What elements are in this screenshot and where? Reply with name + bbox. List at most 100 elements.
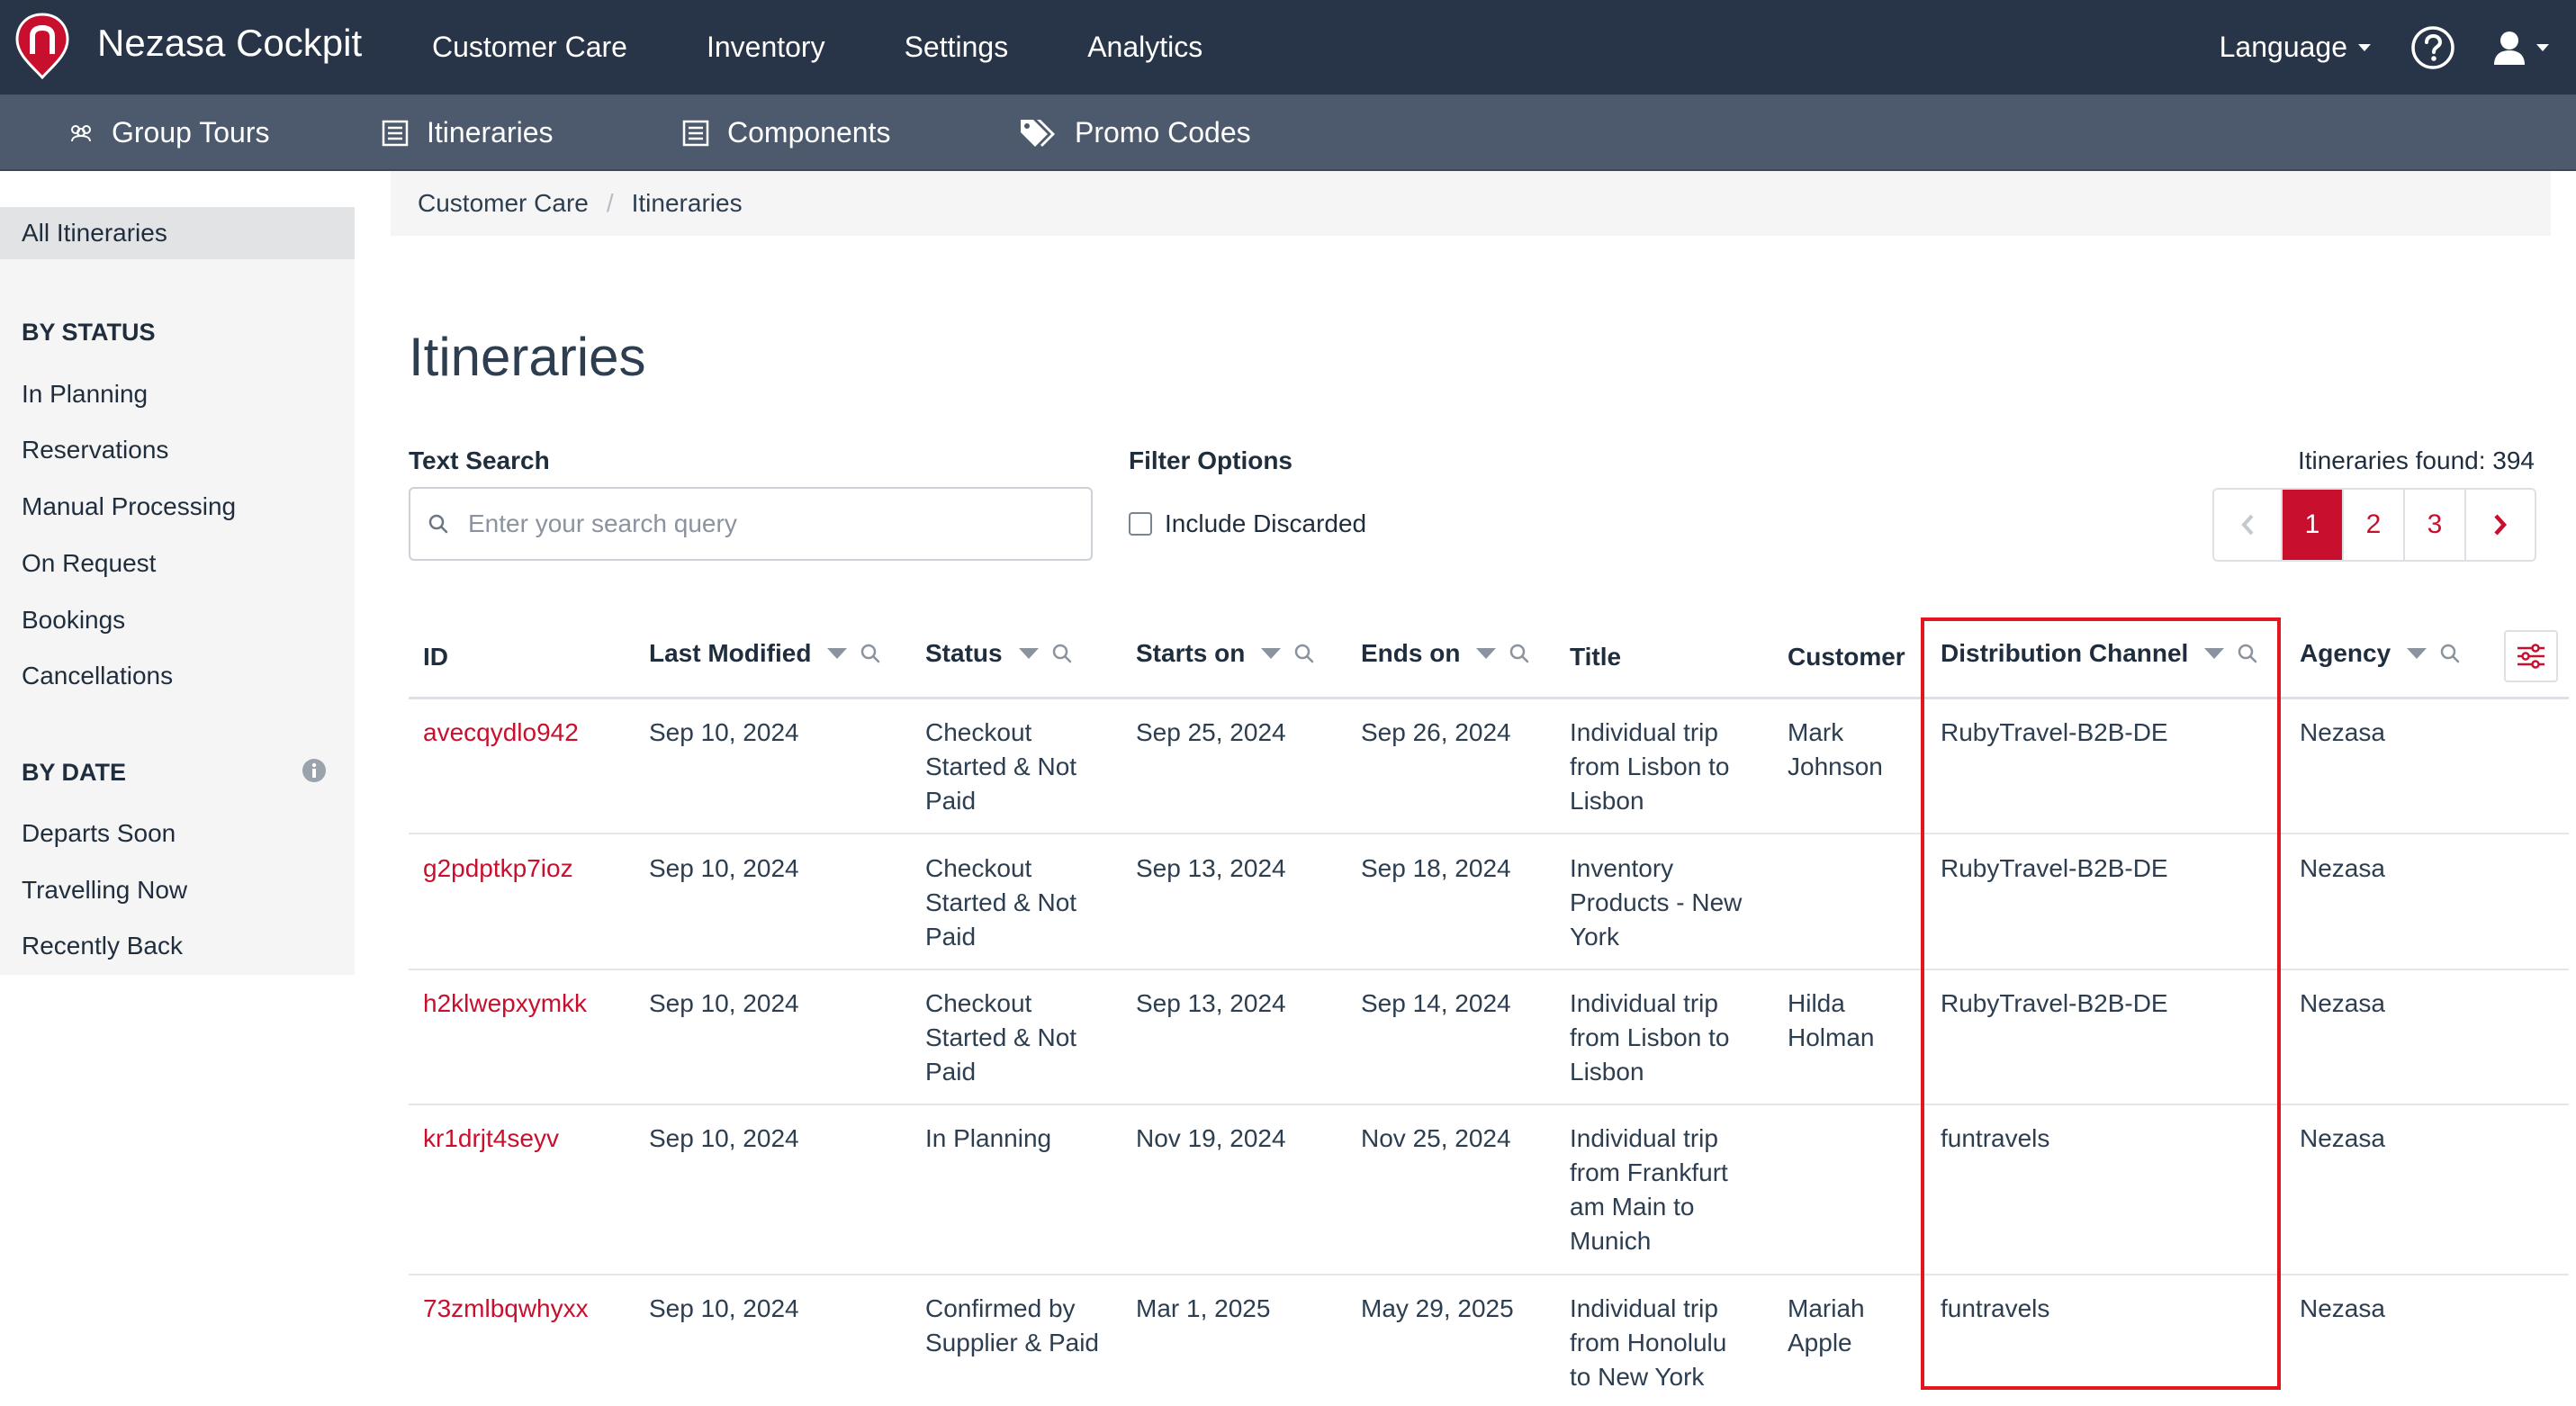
sidebar-item-recently-back[interactable]: Recently Back <box>22 932 183 960</box>
search-icon[interactable] <box>2237 643 2258 664</box>
sort-desc-icon[interactable] <box>827 648 848 659</box>
cell-ends-on: Sep 26, 2024 <box>1361 718 1511 746</box>
breadcrumb: Customer Care / Itineraries <box>391 171 2551 236</box>
include-discarded-label[interactable]: Include Discarded <box>1165 509 1366 538</box>
sidebar-item-travelling-now[interactable]: Travelling Now <box>22 876 187 905</box>
column-label: Starts on <box>1136 639 1246 667</box>
cell-customer-line: Mark <box>1788 718 1844 746</box>
search-icon[interactable] <box>1051 643 1073 664</box>
cell-title-line: from Lisbon to <box>1570 753 1730 780</box>
itinerary-id-link[interactable]: 73zmlbqwhyxx <box>423 1292 589 1326</box>
column-header-distribution-channel[interactable]: Distribution Channel <box>1941 639 2258 668</box>
cell-customer-line: Johnson <box>1788 753 1883 780</box>
search-icon[interactable] <box>1509 643 1530 664</box>
sidebar-item-manual-processing[interactable]: Manual Processing <box>22 492 236 521</box>
cell-title: Individual trip from Lisbon to Lisbon <box>1570 987 1729 1089</box>
pagination-page-1[interactable]: 1 <box>2283 490 2344 560</box>
pagination-page-2[interactable]: 2 <box>2344 490 2405 560</box>
pagination-next-button[interactable] <box>2466 490 2535 560</box>
search-icon[interactable] <box>1293 643 1315 664</box>
sort-desc-icon[interactable] <box>1018 648 1039 659</box>
column-header-starts-on[interactable]: Starts on <box>1136 639 1315 668</box>
sidebar-item-on-request[interactable]: On Request <box>22 549 156 578</box>
user-menu[interactable] <box>2493 31 2549 65</box>
column-header-last-modified[interactable]: Last Modified <box>649 639 881 668</box>
column-header-ends-on[interactable]: Ends on <box>1361 639 1530 668</box>
sidebar-item-in-planning[interactable]: In Planning <box>22 380 148 409</box>
info-icon[interactable] <box>302 758 327 783</box>
cell-starts-on: Sep 13, 2024 <box>1136 989 1286 1017</box>
nav-customer-care[interactable]: Customer Care <box>432 0 627 95</box>
cell-title-line: Inventory <box>1570 854 1674 882</box>
sidebar-item-reservations[interactable]: Reservations <box>22 436 168 464</box>
pagination-prev-button[interactable] <box>2214 490 2283 560</box>
cell-status: Checkout Started & Not Paid <box>925 716 1076 818</box>
cell-status-line: Supplier & Paid <box>925 1329 1100 1356</box>
column-header-agency[interactable]: Agency <box>2300 639 2461 668</box>
sort-desc-icon[interactable] <box>1261 648 1282 659</box>
search-icon[interactable] <box>860 643 881 664</box>
language-dropdown[interactable]: Language <box>2220 31 2371 64</box>
cell-title-line: Individual trip <box>1570 1294 1718 1322</box>
sidebar-item-bookings[interactable]: Bookings <box>22 606 125 635</box>
search-field[interactable] <box>409 487 1093 561</box>
subnav-label: Group Tours <box>112 116 270 149</box>
pagination-page-3[interactable]: 3 <box>2405 490 2466 560</box>
cell-distribution-channel: RubyTravel-B2B-DE <box>1941 718 2168 746</box>
itinerary-id-link[interactable]: avecqydlo942 <box>423 716 579 750</box>
subnav-components[interactable]: Components <box>682 95 890 171</box>
subnav-group-tours[interactable]: Group Tours <box>68 95 270 171</box>
cell-customer-line: Hilda <box>1788 989 1845 1017</box>
subnav-itineraries[interactable]: Itineraries <box>382 95 554 171</box>
brand-title[interactable]: Nezasa Cockpit <box>97 18 362 68</box>
row-divider <box>409 833 2569 834</box>
column-settings-button[interactable] <box>2504 630 2558 682</box>
cell-title-line: to New York <box>1570 1363 1705 1391</box>
cell-title-line: am Main to <box>1570 1193 1695 1221</box>
cell-title: Inventory Products - New York <box>1570 852 1742 954</box>
nav-inventory[interactable]: Inventory <box>707 0 825 95</box>
cell-status-line: Started & Not <box>925 753 1077 780</box>
nezasa-logo-icon[interactable] <box>14 13 70 79</box>
cell-starts-on: Nov 19, 2024 <box>1136 1124 1286 1152</box>
column-header-customer[interactable]: Customer <box>1788 643 1905 671</box>
column-header-title[interactable]: Title <box>1570 643 1621 671</box>
subnav-label: Components <box>727 116 891 149</box>
sort-desc-icon[interactable] <box>1476 648 1497 659</box>
subnav-promo-codes[interactable]: Promo Codes <box>1019 95 1251 171</box>
sidebar-item-all-itineraries[interactable]: All Itineraries <box>0 207 355 259</box>
search-icon[interactable] <box>2439 643 2461 664</box>
sidebar-item-cancellations[interactable]: Cancellations <box>22 662 173 690</box>
cell-title-line: Individual trip <box>1570 1124 1718 1152</box>
nav-settings[interactable]: Settings <box>905 0 1009 95</box>
sort-desc-icon[interactable] <box>2407 648 2427 659</box>
sub-navbar: Group Tours Itineraries Components Promo… <box>0 95 2576 171</box>
cell-ends-on: Sep 14, 2024 <box>1361 989 1511 1017</box>
cell-status-line: Paid <box>925 787 977 815</box>
cell-starts-on: Mar 1, 2025 <box>1136 1294 1271 1322</box>
row-divider <box>409 969 2569 970</box>
sidebar-item-departs-soon[interactable]: Departs Soon <box>22 819 176 848</box>
cell-title-line: Lisbon <box>1570 787 1644 815</box>
help-icon[interactable] <box>2410 25 2455 70</box>
itinerary-id-link[interactable]: g2pdptkp7ioz <box>423 852 573 886</box>
column-label: Distribution Channel <box>1941 639 2189 667</box>
itinerary-id-link[interactable]: kr1drjt4seyv <box>423 1122 559 1156</box>
search-input[interactable] <box>468 509 1044 538</box>
column-header-status[interactable]: Status <box>925 639 1073 668</box>
sort-desc-icon[interactable] <box>2204 648 2225 659</box>
filter-options-label: Filter Options <box>1129 446 1293 474</box>
chevron-down-icon <box>2536 43 2549 51</box>
cell-title-line: from Lisbon to <box>1570 1023 1730 1051</box>
cell-agency: Nezasa <box>2300 1124 2385 1152</box>
sidebar-heading-by-date: BY DATE <box>22 759 127 786</box>
cell-status-line: Started & Not <box>925 1023 1077 1051</box>
cell-status-line: Checkout <box>925 854 1032 882</box>
column-header-id[interactable]: ID <box>423 643 448 671</box>
cell-distribution-channel: RubyTravel-B2B-DE <box>1941 854 2168 882</box>
nav-analytics[interactable]: Analytics <box>1087 0 1202 95</box>
include-discarded-checkbox[interactable] <box>1129 512 1152 536</box>
breadcrumb-customer-care[interactable]: Customer Care <box>418 189 589 218</box>
itinerary-id-link[interactable]: h2klwepxymkk <box>423 987 587 1021</box>
table-header-divider <box>409 697 2569 699</box>
